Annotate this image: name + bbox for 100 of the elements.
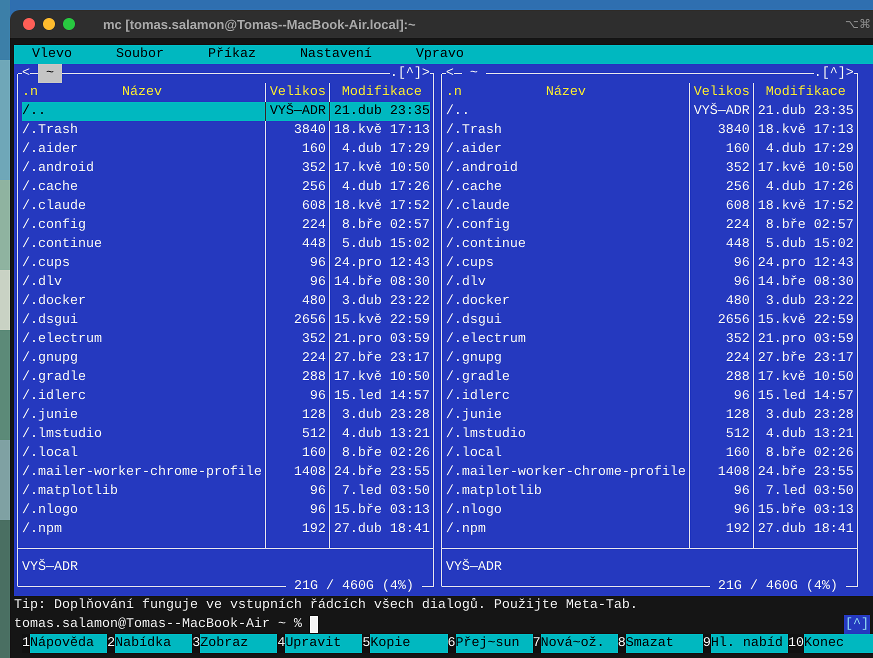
file-size: 2656 (716, 312, 750, 330)
file-size: 96 (732, 502, 750, 520)
file-row[interactable]: /.mailer-worker-chrome-profile 1408 24.bře 23:55 (446, 463, 854, 482)
file-name: /.mailer-worker-chrome-profile (22, 464, 262, 482)
file-row[interactable]: /.claude 608 18.kvě 17:52 (446, 197, 854, 216)
file-row[interactable]: /.android 352 17.kvě 10:50 (446, 159, 854, 178)
file-row[interactable]: /.config 224 8.bře 02:57 (446, 216, 854, 235)
file-name: /.idlerc (446, 388, 511, 406)
function-key[interactable]: 10Konec (788, 634, 873, 653)
file-row[interactable]: /.claude 608 18.kvě 17:52 (22, 197, 430, 216)
file-row[interactable]: /.idlerc 96 15.led 14:57 (22, 387, 430, 406)
hotlist-button[interactable]: .[^] (814, 64, 846, 83)
function-key[interactable]: 8Smazat (618, 634, 703, 653)
menu-item[interactable]: Nastavení (298, 45, 374, 64)
hotlist-button[interactable]: .[^] (390, 64, 422, 83)
function-key[interactable]: 9Hl. nabíd (702, 634, 788, 653)
function-key[interactable]: 3Zobraz (192, 634, 278, 653)
file-row[interactable]: /.dsgui 2656 15.kvě 22:59 (446, 311, 854, 330)
file-row[interactable]: /.electrum 352 21.pro 03:59 (22, 330, 430, 349)
file-row[interactable]: /.docker 480 3.dub 23:22 (22, 292, 430, 311)
file-row[interactable]: /.lmstudio 512 4.dub 13:21 (446, 425, 854, 444)
column-header[interactable]: Velikos (694, 83, 750, 102)
file-row[interactable]: /.aider 160 4.dub 17:29 (22, 140, 430, 159)
file-row[interactable]: /.cups 96 24.pro 12:43 (446, 254, 854, 273)
mini-status: VYŠ—ADR (446, 558, 503, 577)
function-key[interactable]: 2Nabídka (107, 634, 192, 653)
function-key[interactable]: 7Nová~ož. (532, 634, 618, 653)
file-row[interactable]: /.dlv 96 14.bře 08:30 (446, 273, 854, 292)
file-row[interactable]: /.Trash 3840 18.kvě 17:13 (22, 121, 430, 140)
column-header[interactable]: Modifikace (758, 83, 854, 102)
file-name: /.lmstudio (446, 426, 527, 444)
sort-indicator[interactable]: .n (22, 83, 38, 102)
file-row[interactable]: /.docker 480 3.dub 23:22 (446, 292, 854, 311)
file-row[interactable]: /.cache 256 4.dub 17:26 (22, 178, 430, 197)
file-row[interactable]: /.matplotlib 96 7.led 03:50 (22, 482, 430, 501)
file-size: 96 (308, 502, 326, 520)
file-row[interactable]: /.matplotlib 96 7.led 03:50 (446, 482, 854, 501)
column-header[interactable]: Modifikace (334, 83, 430, 102)
file-name: /.Trash (22, 122, 79, 140)
file-size: 608 (724, 198, 750, 216)
history-forward-button[interactable]: > (846, 64, 854, 83)
file-row[interactable]: /.. VYŠ—ADR 21.dub 23:35 (22, 102, 430, 121)
file-row[interactable]: /.cache 256 4.dub 17:26 (446, 178, 854, 197)
file-row[interactable]: /.gnupg 224 27.bře 23:17 (446, 349, 854, 368)
disk-usage: 21G / 460G (4%) (292, 578, 415, 596)
file-row[interactable]: /.continue 448 5.dub 15:02 (22, 235, 430, 254)
close-button[interactable] (23, 18, 35, 30)
file-row[interactable]: /.mailer-worker-chrome-profile 1408 24.bře 23:55 (22, 463, 430, 482)
file-size: 352 (300, 331, 326, 349)
menu-item[interactable]: Vlevo (30, 45, 74, 64)
file-row[interactable]: /.aider 160 4.dub 17:29 (446, 140, 854, 159)
file-name: /.dsgui (446, 312, 503, 330)
history-forward-button[interactable]: > (422, 64, 430, 83)
file-date: 4.dub 17:29 (340, 141, 430, 159)
file-size: 96 (308, 483, 326, 501)
menu-item[interactable]: Vpravo (414, 45, 466, 64)
file-row[interactable]: /.npm 192 27.dub 18:41 (22, 520, 430, 539)
file-row[interactable]: /.junie 128 3.dub 23:28 (446, 406, 854, 425)
file-row[interactable]: /.electrum 352 21.pro 03:59 (446, 330, 854, 349)
file-row[interactable]: /.npm 192 27.dub 18:41 (446, 520, 854, 539)
file-row[interactable]: /.Trash 3840 18.kvě 17:13 (446, 121, 854, 140)
menu-item[interactable]: Příkaz (206, 45, 258, 64)
file-row[interactable]: /.gnupg 224 27.bře 23:17 (22, 349, 430, 368)
file-row[interactable]: /.idlerc 96 15.led 14:57 (446, 387, 854, 406)
function-key[interactable]: 5Kopie (362, 634, 448, 653)
file-name: /.matplotlib (446, 483, 543, 501)
file-row[interactable]: /.lmstudio 512 4.dub 13:21 (22, 425, 430, 444)
sort-indicator[interactable]: .n (446, 83, 462, 102)
file-row[interactable]: /.nlogo 96 15.bře 03:13 (22, 501, 430, 520)
column-header[interactable]: Velikos (270, 83, 326, 102)
file-row[interactable]: /.local 160 8.bře 02:26 (446, 444, 854, 463)
minimize-button[interactable] (43, 18, 55, 30)
file-row[interactable]: /.local 160 8.bře 02:26 (22, 444, 430, 463)
file-size: 352 (724, 331, 750, 349)
file-name: /.config (22, 217, 87, 235)
file-row[interactable]: /.junie 128 3.dub 23:28 (22, 406, 430, 425)
history-back-button[interactable]: < (446, 64, 454, 83)
file-row[interactable]: /.. VYŠ—ADR 21.dub 23:35 (446, 102, 854, 121)
file-row[interactable]: /.dsgui 2656 15.kvě 22:59 (22, 311, 430, 330)
file-row[interactable]: /.cups 96 24.pro 12:43 (22, 254, 430, 273)
file-row[interactable]: /.dlv 96 14.bře 08:30 (22, 273, 430, 292)
function-key[interactable]: 1Nápověda (22, 634, 108, 653)
history-back-button[interactable]: < (22, 64, 30, 83)
file-size: 96 (308, 274, 326, 292)
file-date: 27.dub 18:41 (334, 521, 430, 539)
menu-item[interactable]: Soubor (114, 45, 166, 64)
file-row[interactable]: /.android 352 17.kvě 10:50 (22, 159, 430, 178)
zoom-button[interactable] (63, 18, 75, 30)
column-header[interactable]: Název (546, 83, 586, 102)
file-row[interactable]: /.nlogo 96 15.bře 03:13 (446, 501, 854, 520)
file-row[interactable]: /.config 224 8.bře 02:57 (22, 216, 430, 235)
function-key[interactable]: 4Upravit (277, 634, 362, 653)
file-row[interactable]: /.gradle 288 17.kvě 10:50 (22, 368, 430, 387)
file-row[interactable]: /.gradle 288 17.kvě 10:50 (446, 368, 854, 387)
file-date: 21.dub 23:35 (334, 103, 430, 121)
column-header[interactable]: Název (122, 83, 162, 102)
file-size: 224 (724, 350, 750, 368)
file-size: 448 (300, 236, 326, 254)
function-key[interactable]: 6Přej~sun (448, 634, 533, 653)
file-row[interactable]: /.continue 448 5.dub 15:02 (446, 235, 854, 254)
